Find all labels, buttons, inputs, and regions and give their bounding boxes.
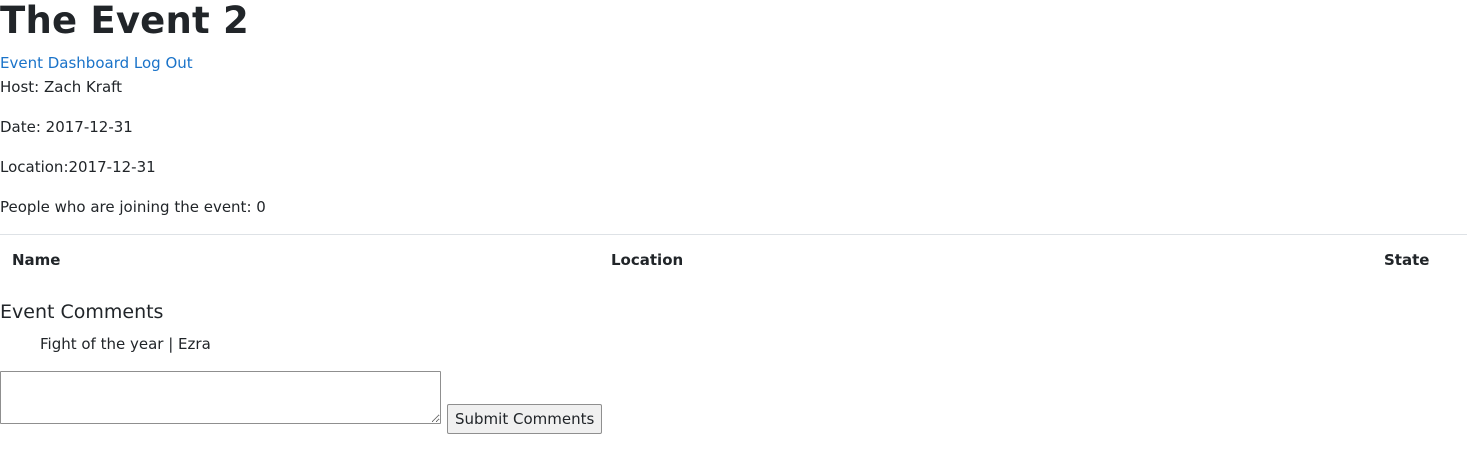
comment-textarea[interactable]: [0, 371, 441, 424]
comments-heading: Event Comments: [0, 301, 164, 323]
page-title: The Event 2: [0, 0, 249, 42]
location-text: Location:2017-12-31: [0, 158, 156, 176]
log-out-link[interactable]: Log Out: [134, 54, 193, 72]
submit-comments-button[interactable]: Submit Comments: [447, 404, 603, 434]
comment-item: Fight of the year | Ezra: [40, 335, 211, 353]
table-header-name: Name: [12, 251, 61, 269]
event-dashboard-link[interactable]: Event Dashboard: [0, 54, 129, 72]
event-page: The Event 2 Event Dashboard Log Out Host…: [0, 0, 1467, 459]
table-header-location: Location: [611, 251, 684, 269]
table-top-divider: [0, 234, 1467, 235]
date-text: Date: 2017-12-31: [0, 118, 133, 136]
host-text: Host: Zach Kraft: [0, 78, 123, 96]
table-header-state: State: [1384, 251, 1430, 269]
joining-count-text: People who are joining the event: 0: [0, 198, 266, 216]
nav-links: Event Dashboard Log Out: [0, 53, 193, 73]
